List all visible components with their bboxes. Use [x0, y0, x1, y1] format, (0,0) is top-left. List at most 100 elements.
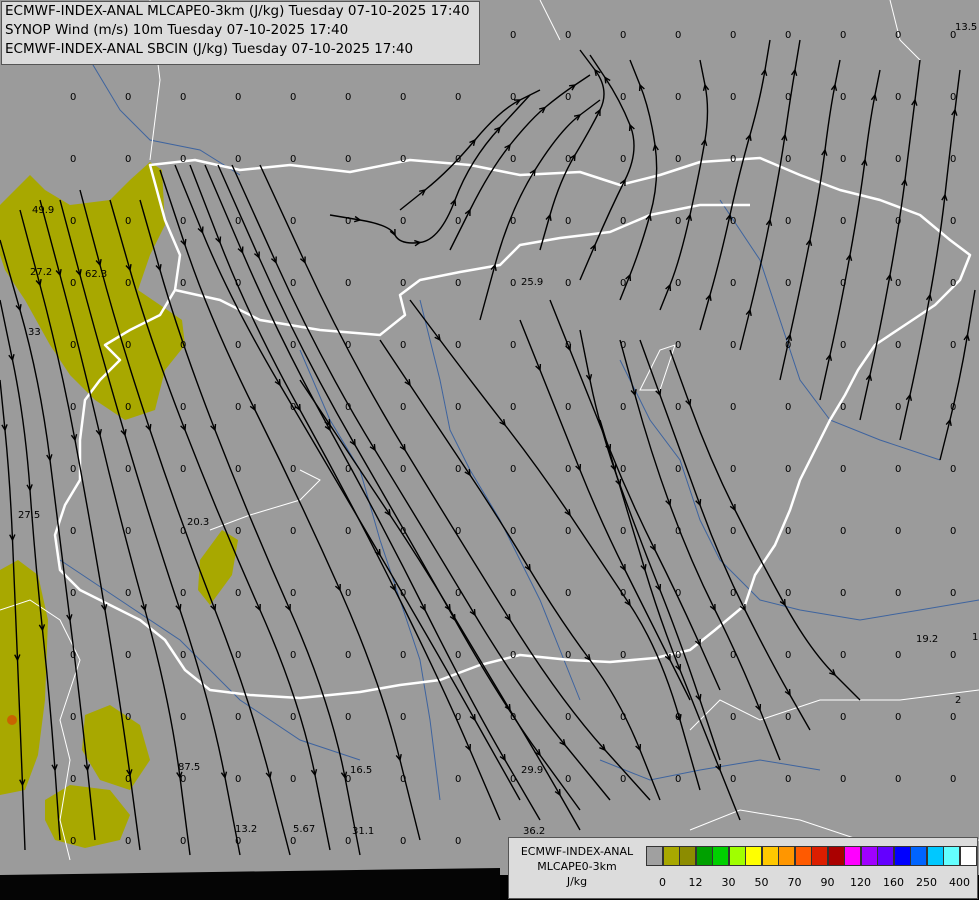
- value-label-zero: 0: [895, 92, 901, 103]
- value-label-zero: 0: [895, 154, 901, 165]
- legend-swatch: [811, 846, 828, 866]
- value-label-zero: 0: [785, 340, 791, 351]
- value-label-zero: 0: [70, 712, 76, 723]
- value-label-zero: 0: [345, 92, 351, 103]
- value-label-zero: 0: [840, 402, 846, 413]
- value-label-zero: 0: [620, 154, 626, 165]
- value-label-zero: 0: [620, 216, 626, 227]
- value-label-zero: 0: [730, 588, 736, 599]
- value-label-zero: 0: [510, 216, 516, 227]
- value-label-zero: 0: [345, 402, 351, 413]
- value-label-zero: 0: [345, 278, 351, 289]
- value-label-zero: 0: [290, 650, 296, 661]
- value-label-zero: 0: [950, 712, 956, 723]
- value-label-zero: 0: [180, 650, 186, 661]
- value-label-zero: 0: [675, 278, 681, 289]
- value-label-zero: 0: [180, 464, 186, 475]
- value-label: 5.67: [293, 824, 315, 835]
- value-label-zero: 0: [840, 650, 846, 661]
- value-label-zero: 0: [125, 712, 131, 723]
- value-label-zero: 0: [455, 774, 461, 785]
- value-label-zero: 0: [455, 526, 461, 537]
- value-label-zero: 0: [620, 92, 626, 103]
- legend-swatch: [943, 846, 960, 866]
- value-label-zero: 0: [565, 774, 571, 785]
- value-label-zero: 0: [510, 278, 516, 289]
- value-label-zero: 0: [235, 216, 241, 227]
- value-label-zero: 0: [840, 588, 846, 599]
- value-label-zero: 0: [125, 464, 131, 475]
- value-label-zero: 0: [400, 526, 406, 537]
- value-label-zero: 0: [70, 774, 76, 785]
- value-label-zero: 0: [950, 216, 956, 227]
- value-label: 33: [28, 327, 41, 338]
- value-label-zero: 0: [840, 30, 846, 41]
- value-label-zero: 0: [950, 154, 956, 165]
- value-label: 13.2: [235, 824, 257, 835]
- legend-tick-label: 160: [883, 876, 904, 889]
- value-label-zero: 0: [235, 402, 241, 413]
- value-label: 19.2: [916, 634, 938, 645]
- legend-tick-label: 90: [820, 876, 835, 889]
- map-background: [0, 0, 979, 875]
- value-label: 25.9: [521, 277, 543, 288]
- value-label-zero: 0: [675, 30, 681, 41]
- value-label-zero: 0: [675, 154, 681, 165]
- value-label-zero: 0: [510, 464, 516, 475]
- value-label-zero: 0: [730, 712, 736, 723]
- value-label-zero: 0: [455, 836, 461, 847]
- legend-unit: J/kg: [566, 875, 588, 888]
- value-label-zero: 0: [730, 30, 736, 41]
- value-label-zero: 0: [235, 836, 241, 847]
- value-label-zero: 0: [125, 526, 131, 537]
- value-label-zero: 0: [565, 712, 571, 723]
- value-label-zero: 0: [785, 526, 791, 537]
- value-label-zero: 0: [70, 464, 76, 475]
- value-label-zero: 0: [785, 712, 791, 723]
- value-label-zero: 0: [895, 650, 901, 661]
- value-label: 2: [955, 695, 961, 706]
- legend-tick-label: 0: [659, 876, 666, 889]
- value-label-zero: 0: [400, 588, 406, 599]
- legend-swatch: [761, 846, 779, 866]
- value-label-zero: 0: [510, 340, 516, 351]
- value-label-zero: 0: [620, 30, 626, 41]
- value-label: 87.5: [178, 762, 200, 773]
- legend-swatch: [728, 846, 746, 866]
- value-label-zero: 0: [620, 588, 626, 599]
- value-label-zero: 0: [345, 774, 351, 785]
- value-label-zero: 0: [950, 340, 956, 351]
- value-label-zero: 0: [675, 92, 681, 103]
- value-label-zero: 0: [235, 774, 241, 785]
- value-label-zero: 0: [290, 712, 296, 723]
- value-label-zero: 0: [290, 774, 296, 785]
- value-label-zero: 0: [785, 774, 791, 785]
- title-line-wind: SYNOP Wind (m/s) 10m Tuesday 07-10-2025 …: [5, 22, 349, 38]
- legend-tick-label: 400: [949, 876, 970, 889]
- value-label: 1: [972, 632, 978, 643]
- value-label-zero: 0: [565, 650, 571, 661]
- legend-swatch: [712, 846, 729, 866]
- value-label-zero: 0: [730, 92, 736, 103]
- value-label-zero: 0: [70, 526, 76, 537]
- value-label-zero: 0: [235, 92, 241, 103]
- value-label-zero: 0: [785, 464, 791, 475]
- value-label-zero: 0: [785, 92, 791, 103]
- value-label-zero: 0: [510, 30, 516, 41]
- value-label-zero: 0: [70, 216, 76, 227]
- value-label-zero: 0: [400, 650, 406, 661]
- value-label-zero: 0: [510, 402, 516, 413]
- value-label-zero: 0: [180, 402, 186, 413]
- legend-tick-label: 50: [754, 876, 769, 889]
- value-label-zero: 0: [125, 650, 131, 661]
- value-label-zero: 0: [565, 92, 571, 103]
- value-label-zero: 0: [235, 712, 241, 723]
- value-label-zero: 0: [950, 650, 956, 661]
- value-label-zero: 0: [675, 712, 681, 723]
- value-label-zero: 0: [895, 588, 901, 599]
- value-label-zero: 0: [290, 526, 296, 537]
- legend-swatch: [794, 846, 812, 866]
- value-label-zero: 0: [180, 836, 186, 847]
- title-line-cape: ECMWF-INDEX-ANAL MLCAPE0-3km (J/kg) Tues…: [5, 3, 470, 19]
- value-label-zero: 0: [840, 340, 846, 351]
